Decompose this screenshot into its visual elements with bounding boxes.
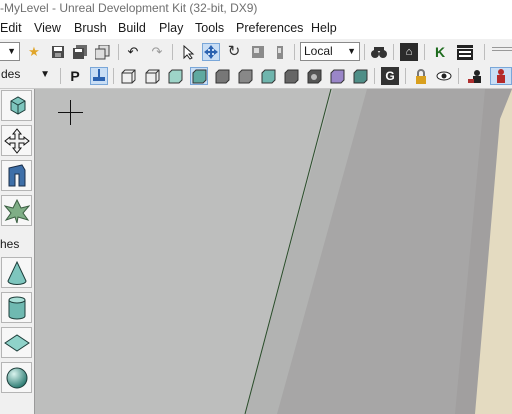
save-all-icon[interactable] — [71, 43, 89, 61]
toolbar-separator — [374, 68, 375, 84]
level-dropdown[interactable]: ▼ — [0, 42, 20, 61]
translate-icon[interactable] — [202, 43, 220, 61]
left-tool-bar: hes — [0, 89, 35, 414]
coord-system-select[interactable]: Local ▼ — [300, 42, 360, 61]
toolbar-separator — [484, 44, 485, 60]
rotate-icon[interactable]: ↻ — [225, 43, 243, 61]
chevron-down-icon: ▼ — [40, 69, 50, 80]
menu-preferences[interactable]: Preferences — [236, 21, 303, 35]
mode-dropdown[interactable]: des ▼ — [0, 66, 54, 85]
mode-label: des — [1, 67, 21, 81]
undo-icon[interactable]: ↶ — [124, 43, 142, 61]
camera-mode-icon[interactable] — [1, 90, 32, 121]
k-icon[interactable]: K — [431, 43, 449, 61]
coord-system-value: Local — [304, 44, 333, 58]
lighting-only-icon[interactable] — [236, 67, 254, 85]
copy-icon[interactable] — [93, 43, 111, 61]
redo-icon[interactable]: ↷ — [148, 43, 166, 61]
menu-bar: Edit View Brush Build Play Tools Prefere… — [0, 18, 512, 39]
select-cursor-icon[interactable] — [180, 43, 198, 61]
toolbar-separator — [458, 68, 459, 84]
reflection-icon[interactable] — [351, 67, 369, 85]
toolbar-separator — [294, 44, 295, 60]
toolbar-separator — [393, 44, 394, 60]
kismet-icon[interactable]: ⌂ — [400, 43, 418, 61]
wireframe-icon[interactable] — [119, 67, 137, 85]
menu-tools[interactable]: Tools — [195, 21, 224, 35]
menu-help[interactable]: Help — [311, 21, 337, 35]
lock-icon[interactable] — [412, 67, 430, 85]
crosshair-icon — [58, 112, 83, 113]
brushes-section-label: hes — [0, 237, 20, 251]
toolbar-separator — [172, 44, 173, 60]
p-icon[interactable]: P — [66, 67, 84, 85]
matinee-icon[interactable] — [456, 43, 474, 61]
detail-lighting-icon[interactable] — [213, 67, 231, 85]
toolbar-separator — [424, 44, 425, 60]
sheet-brush-icon[interactable] — [1, 327, 32, 358]
toolbar-separator — [118, 44, 119, 60]
texture-density-icon[interactable] — [282, 67, 300, 85]
pivot-icon[interactable] — [90, 67, 108, 85]
viewport-scene — [35, 89, 512, 414]
save-icon[interactable] — [49, 43, 67, 61]
toolbar-separator — [113, 68, 114, 84]
scale-nonuniform-icon[interactable] — [271, 43, 289, 61]
window-title-bar: -MyLevel - Unreal Development Kit (32-bi… — [0, 0, 512, 18]
favorite-star-icon[interactable]: ★ — [25, 43, 43, 61]
unlit-icon[interactable] — [166, 67, 184, 85]
chevron-down-icon: ▼ — [347, 46, 356, 56]
foliage-mode-icon[interactable] — [1, 195, 32, 226]
window-title: -MyLevel - Unreal Development Kit (32-bi… — [0, 1, 258, 15]
sphere-brush-icon[interactable] — [1, 362, 32, 393]
menu-build[interactable]: Build — [118, 21, 146, 35]
cylinder-brush-icon[interactable] — [1, 292, 32, 323]
light-complexity-icon[interactable] — [259, 67, 277, 85]
main-toolbar: ▼ ★ ↶ ↷ ↻ Local ▼ ⌂ K — [0, 40, 512, 65]
person-icon[interactable] — [490, 67, 512, 85]
g-icon[interactable]: G — [381, 67, 399, 85]
toolbar-grip[interactable] — [492, 47, 512, 51]
cone-brush-icon[interactable] — [1, 257, 32, 288]
menu-play[interactable]: Play — [159, 21, 183, 35]
menu-brush[interactable]: Brush — [74, 21, 107, 35]
geometry-mode-icon[interactable] — [1, 125, 32, 156]
perspective-viewport[interactable] — [35, 89, 512, 414]
actor-icon[interactable] — [466, 67, 484, 85]
toolbar-separator — [364, 44, 365, 60]
lit-icon[interactable] — [190, 67, 208, 85]
menu-edit[interactable]: Edit — [0, 21, 22, 35]
eye-icon[interactable] — [435, 67, 453, 85]
menu-view[interactable]: View — [34, 21, 61, 35]
scale-icon[interactable] — [249, 43, 267, 61]
terrain-mode-icon[interactable] — [1, 160, 32, 191]
toolbar-separator — [405, 68, 406, 84]
shader-complexity-icon[interactable] — [305, 67, 323, 85]
find-icon[interactable] — [370, 43, 388, 61]
viewport-toolbar: des ▼ P G — [0, 64, 512, 89]
lightmap-density-icon[interactable] — [328, 67, 346, 85]
dropdown-arrow-icon: ▼ — [7, 46, 16, 56]
toolbar-separator — [60, 68, 61, 84]
brush-wireframe-icon[interactable] — [143, 67, 161, 85]
